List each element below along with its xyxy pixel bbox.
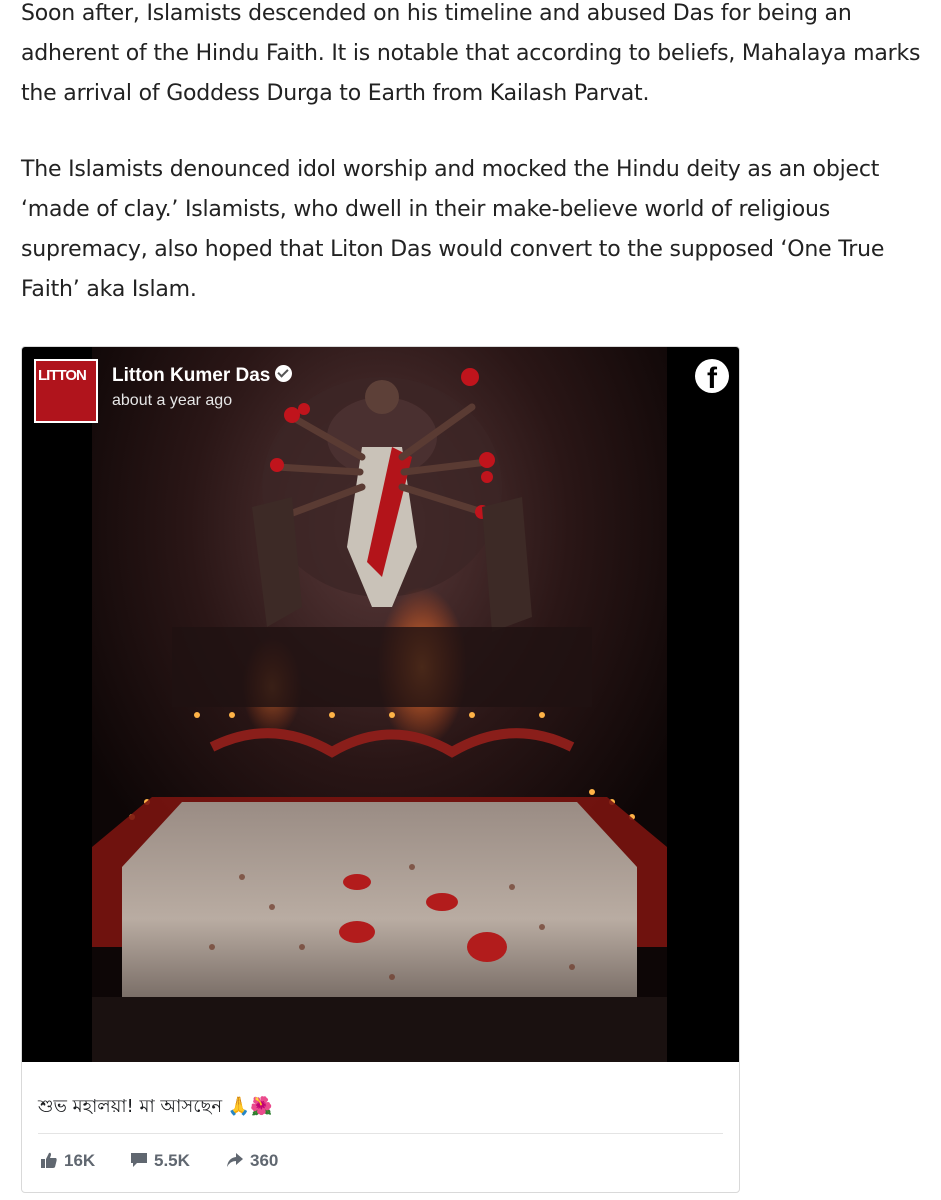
- post-media[interactable]: LITTON Litton Kumer Das about a year ago…: [22, 347, 739, 1062]
- article-paragraph: Soon after, Islamists descended on his t…: [21, 1, 921, 106]
- author-name[interactable]: Litton Kumer Das: [112, 365, 270, 386]
- facebook-icon[interactable]: f: [695, 359, 729, 393]
- post-photo[interactable]: [92, 347, 667, 1062]
- article-paragraph: The Islamists denounced idol worship and…: [21, 157, 885, 302]
- avatar[interactable]: LITTON: [34, 359, 98, 423]
- likes-count: 16K: [64, 1151, 96, 1170]
- like-icon: [41, 1152, 57, 1168]
- comments-stat[interactable]: 5.5K: [130, 1151, 190, 1171]
- author-name-row: Litton Kumer Das: [112, 365, 293, 387]
- divider: [38, 1133, 723, 1134]
- shares-count: 360: [250, 1151, 279, 1170]
- shares-stat[interactable]: 360: [226, 1151, 278, 1171]
- comment-icon: [131, 1153, 147, 1167]
- verified-icon: [275, 365, 293, 382]
- likes-stat[interactable]: 16K: [40, 1151, 95, 1171]
- share-icon: [227, 1153, 243, 1167]
- comments-count: 5.5K: [154, 1151, 190, 1170]
- avatar-label: LITTON: [38, 367, 87, 384]
- post-timestamp[interactable]: about a year ago: [112, 392, 232, 410]
- facebook-post-embed[interactable]: LITTON Litton Kumer Das about a year ago…: [21, 346, 740, 1193]
- post-caption: শুভ মহালয়া! মা আসছেন 🙏🌺: [38, 1096, 273, 1117]
